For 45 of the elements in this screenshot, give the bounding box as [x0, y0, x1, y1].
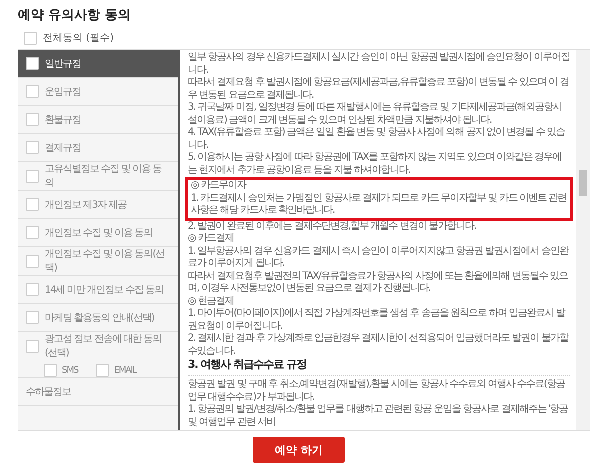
- terms-text: 3. 귀국날짜 미정, 일정변경 등에 따른 재발행시에는 유류할증료 및 기타제세공과금(해외공항시설이용료) 금액이 크게 변동될 수 있으며 인상된 차액만큼 지불하셔야 됩니다.: [188, 102, 564, 127]
- tab-label: 14세 미만 개인정보 수집 동의: [45, 284, 164, 296]
- terms-text: 4. TAX(유류할증료 포함) 금액은 일일 환율 변동 및 항공사 사정에 의해 공지 없이 변경될 수 있습니다.: [188, 127, 566, 152]
- tab-label: 운임규정: [45, 86, 81, 98]
- agreement-tab[interactable]: 환불규정: [18, 106, 178, 134]
- terms-text: 2. 결제시한 경과 후 가상계좌로 입금한경우 결제시한이 선적용되어 입금했더라도 발권이 불가할수있습니다.: [188, 333, 570, 358]
- reserve-button[interactable]: 예약 하기: [253, 437, 345, 463]
- agreement-tab[interactable]: 개인정보 제3자 제공: [18, 191, 178, 219]
- agreement-tab[interactable]: 14세 미만 개인정보 수집 동의: [18, 276, 178, 304]
- terms-text: 1. 마이투어(마이페이지)에서 직접 가상계좌번호를 생성 후 송금을 원칙으로 하며 입금완료시 발권요청이 이루어집니다.: [188, 308, 567, 333]
- agreement-tab[interactable]: 수하물정보: [18, 378, 178, 406]
- terms-text: ◎ 현금결제: [188, 296, 235, 308]
- terms-text: 항공권 발권 및 구매 후 취소,예약변경(재발행),환불 시에는 항공사 수수료외 여행사 수수료(항공업무 대행수수료)가 부과됩니다.: [188, 379, 566, 404]
- terms-text: ◎ 카드무이자: [191, 180, 248, 192]
- terms-text: 따라서 결제요청후 발권전의 TAX/유류할증료가 항공사의 사정에 또는 환율에의해 변동될수 있으며, 이경우 사전통보없이 변동된 요금으로 결제가 진행됩니다.: [188, 270, 570, 296]
- agreement-tab[interactable]: 마케팅 활용동의 안내(선택): [18, 304, 178, 332]
- tab-label: 개인정보 수집 및 이용 동의(선택): [45, 248, 166, 275]
- agreement-tab[interactable]: 개인정보 수집 및 이용 동의: [18, 219, 178, 247]
- checkbox-label: EMAIL: [114, 366, 136, 376]
- agreement-tab[interactable]: 개인정보 수집 및 이용 동의(선택): [18, 247, 178, 276]
- agreement-tab[interactable]: 광고성 정보 전송에 대한 동의(선택) SMS EMAIL: [18, 332, 178, 378]
- checkbox-label: 전체동의 (필수): [43, 32, 114, 45]
- tab-label: 일반규정: [45, 58, 81, 70]
- terms-text: 1. 카드결제시 승인처는 가맹점인 항공사로 결제가 되므로 카드 무이자할부 및 카드 이벤트 관련사항은 해당 카드사로 확인바랍니다.: [191, 192, 567, 218]
- tab-label: 광고성 정보 전송에 대한 동의(선택): [45, 333, 163, 360]
- terms-text: 1. 일부항공사의 경우 신용카드 결제시 즉시 승인이 이루어지지않고 항공권 발권시점에서 승인완료가 이루어지게 됩니다.: [188, 246, 570, 270]
- terms-text: 2. 발권이 완료된 이후에는 결제수단변경,할부 개월수 변경이 불가합니다.: [188, 220, 478, 233]
- tab-label: 개인정보 제3자 제공: [45, 198, 127, 212]
- terms-text: 따라서 결제요청 후 발권시점에 항공요금(제세공과금,유류할증료 포함)이 변동될 수 있으며 이 경우 변동된 요금으로 결제됩니다.: [188, 77, 570, 102]
- terms-text: 1. 항공권의 발권/변경/취소/환불 업무를 대행하고 관련된 항공 운임을 항공사로 결제해주는 '항공 및 여행업무 관련 서비: [188, 404, 570, 429]
- checkbox-label: SMS: [62, 366, 78, 376]
- agreement-tab[interactable]: 고유식별정보 수집 및 이용 동의: [18, 162, 178, 191]
- section-title: 예약 유의사항 동의: [18, 7, 132, 24]
- tab-label: 고유식별정보 수집 및 이용 동의: [45, 163, 163, 190]
- agreement-tab[interactable]: 일반규정: [18, 50, 178, 78]
- terms-text: 일부 항공사의 경우 신용카드결제시 실시간 승인이 아닌 항공권 발권시점에 승인요청이 이루어집니다.: [188, 52, 570, 77]
- agreement-tab[interactable]: 운임규정: [18, 78, 178, 106]
- tab-label: 환불규정: [45, 114, 81, 126]
- tab-label: 마케팅 활용동의 안내(선택): [45, 312, 154, 324]
- tab-label: 개인정보 수집 및 이용 동의: [45, 226, 153, 240]
- tab-label: 결제규정: [45, 142, 81, 154]
- terms-text: ◎ 카드결제: [188, 233, 235, 246]
- terms-heading: 3. 여행사 취급수수료 규정: [188, 358, 570, 376]
- agreement-tab[interactable]: 결제규정: [18, 134, 178, 162]
- terms-text: 5. 이용하시는 공항 사정에 따라 항공권에 TAX를 포함하지 않는 지역도 있으며 이와같은 경우에는 현지에서 추가로 공항이용료 등을 지불 하셔야합니다.: [188, 152, 563, 177]
